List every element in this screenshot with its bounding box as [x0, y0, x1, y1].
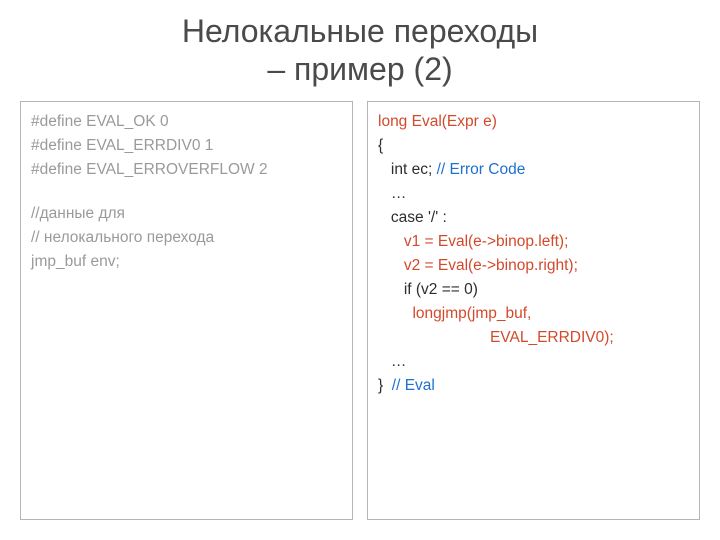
code-line: EVAL_ERRDIV0);	[378, 326, 689, 350]
code-line: {	[378, 134, 689, 158]
code-line: v2 = Eval(e->binop.right);	[378, 254, 689, 278]
code-line: case '/' :	[378, 206, 689, 230]
code-fragment: }	[378, 377, 392, 394]
code-line: long Eval(Expr e)	[378, 110, 689, 134]
code-line: jmp_buf env;	[31, 250, 342, 274]
right-code-panel: long Eval(Expr e) { int ec; // Error Cod…	[367, 101, 700, 520]
code-line: v1 = Eval(e->binop.left);	[378, 230, 689, 254]
code-line: #define EVAL_ERROVERFLOW 2	[31, 158, 342, 182]
code-line: longjmp(jmp_buf,	[378, 302, 689, 326]
slide-title: Нелокальные переходы – пример (2)	[20, 12, 700, 89]
code-line: …	[378, 350, 689, 374]
slide: Нелокальные переходы – пример (2) #defin…	[0, 0, 720, 540]
code-line: } // Eval	[378, 374, 689, 398]
code-line: if (v2 == 0)	[378, 278, 689, 302]
code-line: // нелокального перехода	[31, 226, 342, 250]
code-line: //данные для	[31, 202, 342, 226]
content-columns: #define EVAL_OK 0 #define EVAL_ERRDIV0 1…	[20, 101, 700, 520]
code-fragment: int ec;	[378, 161, 437, 178]
code-line: …	[378, 182, 689, 206]
code-fragment: // Error Code	[437, 161, 526, 178]
code-fragment: // Eval	[392, 377, 435, 394]
title-line-1: Нелокальные переходы	[182, 13, 538, 49]
title-line-2: – пример (2)	[267, 51, 452, 87]
code-line: #define EVAL_ERRDIV0 1	[31, 134, 342, 158]
left-code-panel: #define EVAL_OK 0 #define EVAL_ERRDIV0 1…	[20, 101, 353, 520]
code-line: #define EVAL_OK 0	[31, 110, 342, 134]
code-line: int ec; // Error Code	[378, 158, 689, 182]
blank-line	[31, 182, 342, 202]
